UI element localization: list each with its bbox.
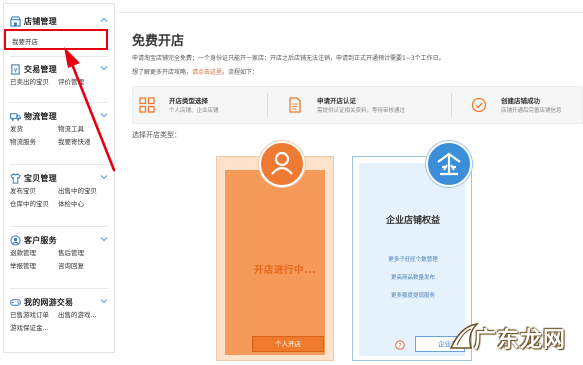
- person-icon: [259, 141, 305, 187]
- step-choose-type: 开店类型选择 个人店铺、企业店铺: [133, 87, 281, 123]
- chevron-down-icon[interactable]: [100, 235, 108, 243]
- sidebar-section-items: 宝贝管理 发布宝贝 出售中的宝贝 仓库中的宝贝 体检中心: [4, 169, 114, 209]
- sidebar-link[interactable]: 发货: [10, 125, 58, 134]
- main-content: 免费开店 申请淘宝店铺完全免费；一个身份证只能开一家店；开店之后店铺无法注销，申…: [118, 8, 583, 365]
- gamepad-icon: [9, 296, 21, 308]
- sidebar-link[interactable]: 物流服务: [10, 138, 58, 147]
- help-icon[interactable]: ?: [395, 340, 405, 350]
- step-desc: 个人店铺、企业店铺: [169, 108, 219, 114]
- watermark-text: 广东龙网: [474, 327, 567, 353]
- sidebar-section-header[interactable]: 客户服务: [4, 231, 114, 249]
- truck-icon: [9, 110, 21, 122]
- sidebar-link[interactable]: 已卖出的宝贝: [10, 78, 58, 87]
- sidebar-section-title: 客户服务: [24, 235, 57, 245]
- sidebar-section-store: 店铺管理: [4, 12, 114, 30]
- step-title: 开店类型选择: [169, 97, 208, 105]
- enterprise-benefit: 更多子旺旺个数管理: [388, 257, 438, 263]
- divider: [10, 102, 108, 103]
- sidebar-section-header[interactable]: 宝贝管理: [4, 169, 114, 187]
- sidebar-link[interactable]: 售后管理: [58, 249, 114, 258]
- sidebar-section-title: 交易管理: [24, 64, 57, 74]
- chevron-down-icon[interactable]: [100, 111, 108, 119]
- personal-status-text: 开店进行中...: [253, 265, 317, 276]
- sidebar-link[interactable]: 我要寄快递: [58, 138, 114, 147]
- step-desc: 需提供认证相关资料，等待审核通过: [317, 108, 406, 114]
- divider: [10, 226, 108, 227]
- sidebar-link[interactable]: 出售中的宝贝: [58, 187, 114, 196]
- divider: [10, 164, 108, 165]
- page-title: 免费开店: [132, 34, 185, 49]
- sidebar-section-title: 我的网游交易: [24, 297, 74, 307]
- intro-guide-prefix: 想了解更多开店攻略，: [132, 69, 193, 76]
- enterprise-icon: [426, 141, 472, 187]
- sidebar-section-trade: ¥ 交易管理 已卖出的宝贝 评价管理: [4, 60, 114, 87]
- enterprise-benefit: 更高商品数量发布: [390, 275, 435, 281]
- svg-text:?: ?: [398, 341, 401, 349]
- intro-guide-suffix: 。流程如下：: [222, 69, 259, 76]
- store-icon: [9, 15, 21, 27]
- divider: [10, 288, 108, 289]
- sidebar-section-title: 物流管理: [24, 111, 57, 121]
- process-steps: 开店类型选择 个人店铺、企业店铺 申请开店认证 需提供认证相关资料，等待审核通过…: [132, 86, 583, 124]
- sidebar-link[interactable]: 咨询回复: [58, 262, 114, 271]
- step-title: 创建店铺成功: [501, 97, 540, 105]
- divider: [267, 93, 268, 117]
- personal-open-button[interactable]: 个人开店: [252, 336, 324, 352]
- sidebar-link[interactable]: 体检中心: [58, 200, 114, 209]
- sidebar-section-header[interactable]: 我的网游交易: [4, 293, 114, 311]
- intro-guide: 想了解更多开店攻略，请点击这里。流程如下：: [132, 67, 258, 76]
- sidebar-section-header[interactable]: 物流管理: [4, 107, 114, 125]
- check-circle-icon: [471, 97, 487, 113]
- sidebar-section-games: 我的网游交易 已售游戏订单 出售的游戏... 游戏保证金...: [4, 293, 114, 333]
- sidebar-link[interactable]: 发布宝贝: [10, 187, 58, 196]
- enterprise-benefits-title: 企业店铺权益: [385, 216, 440, 226]
- sidebar-link[interactable]: 退款管理: [10, 249, 58, 258]
- sidebar-section-header[interactable]: ¥ 交易管理: [4, 60, 114, 78]
- choose-type-label: 选择开店类型：: [132, 131, 181, 139]
- grid-icon: [139, 97, 155, 113]
- sidebar-link[interactable]: 已售游戏订单: [10, 311, 58, 320]
- shirt-icon: [9, 172, 21, 184]
- step-apply-auth: 申请开店认证 需提供认证相关资料，等待审核通过: [281, 87, 446, 123]
- enterprise-benefit: 更多额度提现服务: [390, 293, 435, 299]
- chevron-down-icon[interactable]: [100, 173, 108, 181]
- chevron-up-icon[interactable]: [100, 16, 108, 24]
- sidebar-section-logistics: 物流管理 发货 物流工具 物流服务 我要寄快递: [4, 107, 114, 147]
- sidebar-link[interactable]: 出售的游戏...: [58, 311, 114, 320]
- chevron-down-icon[interactable]: [100, 64, 108, 72]
- personal-store-card[interactable]: [216, 156, 334, 361]
- guide-link[interactable]: 请点击这里: [192, 69, 222, 76]
- intro-text: 申请淘宝店铺完全免费；一个身份证只能开一家店；开店之后店铺无法注销，申请到正式开…: [132, 55, 445, 62]
- sidebar-section-title: 店铺管理: [24, 16, 57, 26]
- sidebar-section-title: 宝贝管理: [24, 173, 57, 183]
- sidebar-item-label: 我要开店: [12, 38, 38, 46]
- step-success: 创建店铺成功 店铺开通后完善店铺信息: [465, 87, 583, 123]
- sidebar: 店铺管理 我要开店 ¥ 交易管理 已卖出的宝贝 评价管理 物流管理 发货 物流工…: [3, 3, 115, 353]
- sidebar-link[interactable]: 举报管理: [10, 262, 58, 271]
- sidebar-link[interactable]: 仓库中的宝贝: [10, 200, 58, 209]
- step-desc: 店铺开通后完善店铺信息: [501, 108, 562, 114]
- sidebar-section-customer: 客户服务 退款管理 售后管理 举报管理 咨询回复: [4, 231, 114, 271]
- customer-icon: [9, 234, 21, 246]
- trade-icon: ¥: [9, 63, 21, 75]
- document-icon: [289, 97, 301, 113]
- svg-text:¥: ¥: [13, 66, 17, 74]
- sidebar-item-open-store[interactable]: 我要开店: [4, 29, 108, 50]
- step-title: 申请开店认证: [317, 97, 356, 105]
- sidebar-section-header[interactable]: 店铺管理: [4, 12, 114, 30]
- sidebar-link[interactable]: 评价管理: [58, 78, 114, 87]
- divider: [118, 12, 583, 13]
- divider: [451, 93, 452, 117]
- sidebar-link[interactable]: 物流工具: [58, 125, 114, 134]
- divider: [10, 56, 108, 57]
- chevron-down-icon[interactable]: [100, 297, 108, 305]
- sidebar-link[interactable]: 游戏保证金...: [10, 324, 58, 333]
